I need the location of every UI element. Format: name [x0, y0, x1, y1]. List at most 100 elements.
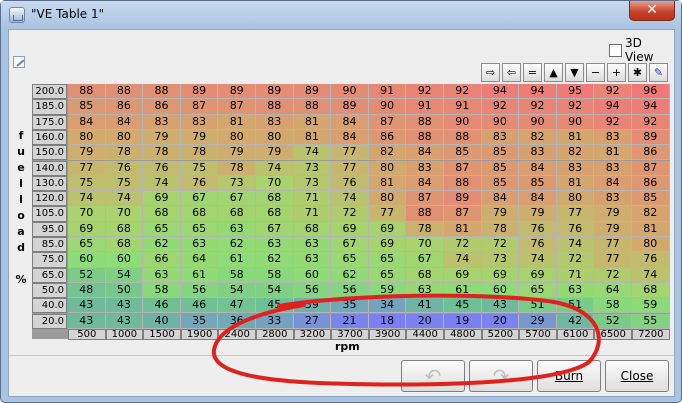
ve-cell[interactable]: 34 [368, 298, 407, 314]
ve-cell[interactable]: 85 [444, 145, 482, 161]
ve-cell[interactable]: 72 [444, 237, 482, 253]
ve-cell[interactable]: 20 [406, 313, 444, 329]
ve-cell[interactable]: 68 [180, 206, 219, 222]
ve-cell[interactable]: 71 [293, 206, 332, 222]
ve-cell[interactable]: 81 [368, 175, 407, 192]
ve-cell[interactable]: 89 [180, 84, 219, 100]
ve-cell[interactable]: 84 [406, 145, 444, 161]
ve-cell[interactable]: 80 [368, 191, 407, 207]
ve-cell[interactable]: 43 [105, 313, 144, 329]
ve-cell[interactable]: 43 [68, 298, 106, 314]
ve-cell[interactable]: 90 [444, 114, 482, 130]
ve-cell[interactable]: 84 [331, 129, 369, 146]
ve-cell[interactable]: 88 [68, 84, 106, 100]
ve-cell[interactable]: 88 [293, 99, 332, 115]
ve-cell[interactable]: 67 [406, 252, 444, 268]
ve-cell[interactable]: 84 [481, 191, 520, 207]
ve-cell[interactable]: 68 [218, 206, 256, 222]
ve-cell[interactable]: 51 [556, 298, 595, 314]
ve-cell[interactable]: 82 [632, 206, 670, 222]
load-axis-label[interactable]: 175.0 [32, 114, 67, 130]
ve-cell[interactable]: 81 [293, 129, 332, 146]
ve-cell[interactable]: 87 [444, 160, 482, 176]
ve-cell[interactable]: 69 [368, 221, 407, 237]
ve-cell[interactable]: 63 [406, 282, 444, 299]
rpm-axis-label[interactable]: 6100 [556, 328, 595, 340]
ve-cell[interactable]: 74 [632, 267, 670, 283]
ve-cell[interactable]: 84 [406, 175, 444, 192]
ve-cell[interactable]: 81 [632, 221, 670, 237]
ve-cell[interactable]: 76 [331, 175, 369, 192]
ve-cell[interactable]: 69 [481, 267, 520, 283]
load-axis-label[interactable]: 40.0 [32, 298, 67, 314]
decrease-button[interactable]: ▼ [565, 63, 584, 82]
ve-cell[interactable]: 75 [180, 160, 219, 176]
ve-cell[interactable]: 81 [444, 221, 482, 237]
rpm-axis-label[interactable]: 1500 [143, 328, 181, 340]
ve-cell[interactable]: 87 [368, 114, 407, 130]
ve-cell[interactable]: 68 [256, 191, 294, 207]
ve-cell[interactable]: 46 [143, 298, 181, 314]
ve-cell[interactable]: 88 [444, 175, 482, 192]
ve-cell[interactable]: 77 [594, 237, 632, 253]
ve-cell[interactable]: 54 [105, 267, 144, 283]
ve-cell[interactable]: 90 [519, 114, 557, 130]
ve-cell[interactable]: 78 [481, 221, 520, 237]
rpm-axis-label[interactable]: 4400 [406, 328, 444, 340]
ve-cell[interactable]: 55 [632, 313, 670, 329]
ve-cell[interactable]: 77 [331, 160, 369, 176]
ve-cell[interactable]: 80 [556, 191, 595, 207]
ve-cell[interactable]: 50 [105, 282, 144, 299]
ve-cell[interactable]: 33 [256, 313, 294, 329]
ve-cell[interactable]: 84 [68, 114, 106, 130]
ve-cell[interactable]: 91 [406, 99, 444, 115]
ve-cell[interactable]: 71 [293, 191, 332, 207]
ve-cell[interactable]: 72 [481, 237, 520, 253]
ve-cell[interactable]: 86 [632, 175, 670, 192]
rpm-axis-label[interactable]: 500 [68, 328, 106, 340]
load-axis-label[interactable]: 160.0 [32, 129, 67, 146]
move-left-button[interactable]: ⇦ [502, 63, 521, 82]
ve-cell[interactable]: 19 [444, 313, 482, 329]
ve-cell[interactable]: 81 [556, 175, 595, 192]
rpm-axis-label[interactable]: 4800 [444, 328, 482, 340]
ve-cell[interactable]: 65 [331, 252, 369, 268]
ve-cell[interactable]: 74 [331, 191, 369, 207]
ve-cell[interactable]: 79 [256, 145, 294, 161]
ve-cell[interactable]: 56 [331, 282, 369, 299]
ve-cell[interactable]: 77 [68, 160, 106, 176]
ve-cell[interactable]: 67 [331, 237, 369, 253]
ve-cell[interactable]: 82 [368, 145, 407, 161]
ve-cell[interactable]: 77 [331, 145, 369, 161]
ve-cell[interactable]: 89 [331, 99, 369, 115]
ve-cell[interactable]: 84 [519, 191, 557, 207]
ve-cell[interactable]: 79 [519, 206, 557, 222]
ve-cell[interactable]: 69 [68, 221, 106, 237]
ve-cell[interactable]: 91 [368, 84, 407, 100]
ve-cell[interactable]: 85 [481, 160, 520, 176]
ve-cell[interactable]: 86 [368, 129, 407, 146]
ve-cell[interactable]: 43 [481, 298, 520, 314]
load-axis-label[interactable]: 75.0 [32, 252, 67, 268]
undo-button[interactable]: ↶ [401, 360, 465, 392]
ve-cell[interactable]: 94 [632, 99, 670, 115]
set-equal-button[interactable]: = [523, 63, 542, 82]
ve-cell[interactable]: 88 [105, 84, 144, 100]
ve-cell[interactable]: 79 [180, 129, 219, 146]
ve-cell[interactable]: 80 [105, 129, 144, 146]
ve-cell[interactable]: 64 [594, 282, 632, 299]
ve-cell[interactable]: 81 [218, 114, 256, 130]
ve-cell[interactable]: 92 [406, 84, 444, 100]
ve-cell[interactable]: 63 [556, 282, 595, 299]
ve-cell[interactable]: 72 [594, 267, 632, 283]
ve-cell[interactable]: 78 [406, 221, 444, 237]
ve-cell[interactable]: 85 [481, 175, 520, 192]
ve-cell[interactable]: 76 [556, 221, 595, 237]
ve-cell[interactable]: 68 [406, 267, 444, 283]
ve-cell[interactable]: 73 [293, 160, 332, 176]
ve-cell[interactable]: 83 [180, 114, 219, 130]
ve-cell[interactable]: 56 [293, 282, 332, 299]
ve-cell[interactable]: 69 [444, 267, 482, 283]
ve-cell[interactable]: 87 [632, 160, 670, 176]
ve-cell[interactable]: 92 [632, 114, 670, 130]
